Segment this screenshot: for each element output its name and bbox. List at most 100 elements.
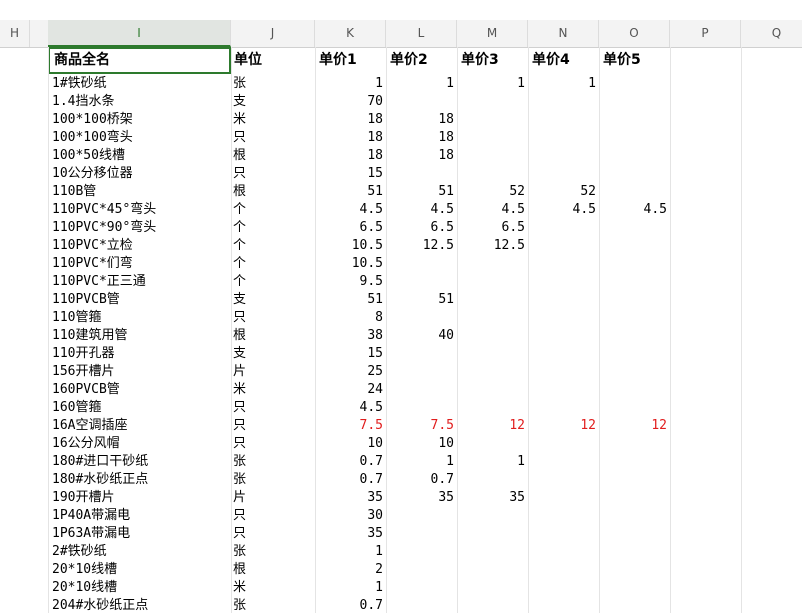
- cell-p1[interactable]: 10: [315, 435, 386, 453]
- cell-p1[interactable]: 10.5: [315, 255, 386, 273]
- cell-p1[interactable]: 15: [315, 345, 386, 363]
- cell-p3[interactable]: [457, 471, 528, 489]
- cell-p5[interactable]: [599, 183, 670, 201]
- cell-p3[interactable]: [457, 507, 528, 525]
- cell-unit[interactable]: 张: [231, 471, 315, 489]
- column-header-j[interactable]: J: [231, 20, 315, 47]
- cell-p5[interactable]: [599, 489, 670, 507]
- cell-p3[interactable]: 1: [457, 453, 528, 471]
- cell-unit[interactable]: 个: [231, 255, 315, 273]
- cell-p4[interactable]: [528, 219, 599, 237]
- cell-p5[interactable]: [599, 237, 670, 255]
- cell-p3[interactable]: [457, 543, 528, 561]
- cell-unit[interactable]: 个: [231, 273, 315, 291]
- cell-p5[interactable]: [599, 345, 670, 363]
- cell-p1[interactable]: 51: [315, 291, 386, 309]
- cell-p5[interactable]: [599, 273, 670, 291]
- cell-p5[interactable]: [599, 93, 670, 111]
- cell-p3[interactable]: [457, 129, 528, 147]
- cell-p1[interactable]: 4.5: [315, 399, 386, 417]
- cell-p2[interactable]: [386, 579, 457, 597]
- cell-p3[interactable]: [457, 435, 528, 453]
- cell-name[interactable]: 20*10线槽: [50, 561, 231, 579]
- cell-p1[interactable]: 70: [315, 93, 386, 111]
- cell-p4[interactable]: [528, 381, 599, 399]
- cell-p4[interactable]: 1: [528, 75, 599, 93]
- cell-p3[interactable]: 1: [457, 75, 528, 93]
- column-header-o[interactable]: O: [599, 20, 670, 47]
- cell-unit[interactable]: 只: [231, 129, 315, 147]
- cell-unit[interactable]: 只: [231, 399, 315, 417]
- cell-unit[interactable]: 张: [231, 453, 315, 471]
- header-cell-unit[interactable]: 单位: [232, 47, 314, 74]
- cell-name[interactable]: 190开槽片: [50, 489, 231, 507]
- cell-p1[interactable]: 35: [315, 525, 386, 543]
- cell-p3[interactable]: [457, 309, 528, 327]
- cell-unit[interactable]: 只: [231, 525, 315, 543]
- cell-unit[interactable]: 米: [231, 579, 315, 597]
- cell-p3[interactable]: [457, 273, 528, 291]
- column-header-m[interactable]: M: [457, 20, 528, 47]
- cell-p4[interactable]: [528, 93, 599, 111]
- cell-p2[interactable]: 51: [386, 291, 457, 309]
- cell-p2[interactable]: [386, 165, 457, 183]
- cell-unit[interactable]: 米: [231, 111, 315, 129]
- cell-name[interactable]: 100*100桥架: [50, 111, 231, 129]
- cell-p4[interactable]: [528, 561, 599, 579]
- cell-name[interactable]: 100*100弯头: [50, 129, 231, 147]
- cell-p2[interactable]: 51: [386, 183, 457, 201]
- cell-p2[interactable]: 18: [386, 147, 457, 165]
- cell-unit[interactable]: 根: [231, 327, 315, 345]
- cell-p4[interactable]: [528, 579, 599, 597]
- cell-p1[interactable]: 7.5: [315, 417, 386, 435]
- cell-p5[interactable]: 12: [599, 417, 670, 435]
- cell-p2[interactable]: [386, 309, 457, 327]
- cell-p3[interactable]: [457, 345, 528, 363]
- cell-p3[interactable]: [457, 399, 528, 417]
- cell-unit[interactable]: 个: [231, 237, 315, 255]
- cell-p2[interactable]: 18: [386, 129, 457, 147]
- cell-unit[interactable]: 张: [231, 543, 315, 561]
- cell-p3[interactable]: 4.5: [457, 201, 528, 219]
- column-header-h[interactable]: H: [0, 20, 30, 47]
- cell-p2[interactable]: [386, 399, 457, 417]
- cell-p2[interactable]: 0.7: [386, 471, 457, 489]
- cell-p4[interactable]: [528, 489, 599, 507]
- cell-unit[interactable]: 片: [231, 363, 315, 381]
- cell-unit[interactable]: 只: [231, 435, 315, 453]
- cell-name[interactable]: 180#水砂纸正点: [50, 471, 231, 489]
- cell-p3[interactable]: [457, 579, 528, 597]
- cell-p3[interactable]: 52: [457, 183, 528, 201]
- cell-p3[interactable]: [457, 381, 528, 399]
- cell-name[interactable]: 110PVCB管: [50, 291, 231, 309]
- cell-p5[interactable]: [599, 435, 670, 453]
- cell-p2[interactable]: [386, 345, 457, 363]
- cell-p1[interactable]: 9.5: [315, 273, 386, 291]
- cell-p1[interactable]: 10.5: [315, 237, 386, 255]
- cell-name[interactable]: 110PVC*立检: [50, 237, 231, 255]
- cell-p4[interactable]: [528, 291, 599, 309]
- cell-p4[interactable]: [528, 363, 599, 381]
- cell-name[interactable]: 20*10线槽: [50, 579, 231, 597]
- cell-p2[interactable]: 40: [386, 327, 457, 345]
- cell-p2[interactable]: 6.5: [386, 219, 457, 237]
- cell-p1[interactable]: 15: [315, 165, 386, 183]
- cell-p3[interactable]: [457, 255, 528, 273]
- cell-p5[interactable]: 4.5: [599, 201, 670, 219]
- cell-unit[interactable]: 个: [231, 201, 315, 219]
- cell-name[interactable]: 110PVC*45°弯头: [50, 201, 231, 219]
- cell-p3[interactable]: 35: [457, 489, 528, 507]
- cell-name[interactable]: 110PVC*正三通: [50, 273, 231, 291]
- cell-name[interactable]: 156开槽片: [50, 363, 231, 381]
- cell-p1[interactable]: 51: [315, 183, 386, 201]
- cell-p5[interactable]: [599, 129, 670, 147]
- cell-p2[interactable]: [386, 255, 457, 273]
- cell-p2[interactable]: 4.5: [386, 201, 457, 219]
- cell-p5[interactable]: [599, 291, 670, 309]
- cell-p1[interactable]: 30: [315, 507, 386, 525]
- cell-p3[interactable]: [457, 327, 528, 345]
- cell-p1[interactable]: 6.5: [315, 219, 386, 237]
- cell-p4[interactable]: 4.5: [528, 201, 599, 219]
- cell-unit[interactable]: 米: [231, 381, 315, 399]
- cell-p4[interactable]: [528, 165, 599, 183]
